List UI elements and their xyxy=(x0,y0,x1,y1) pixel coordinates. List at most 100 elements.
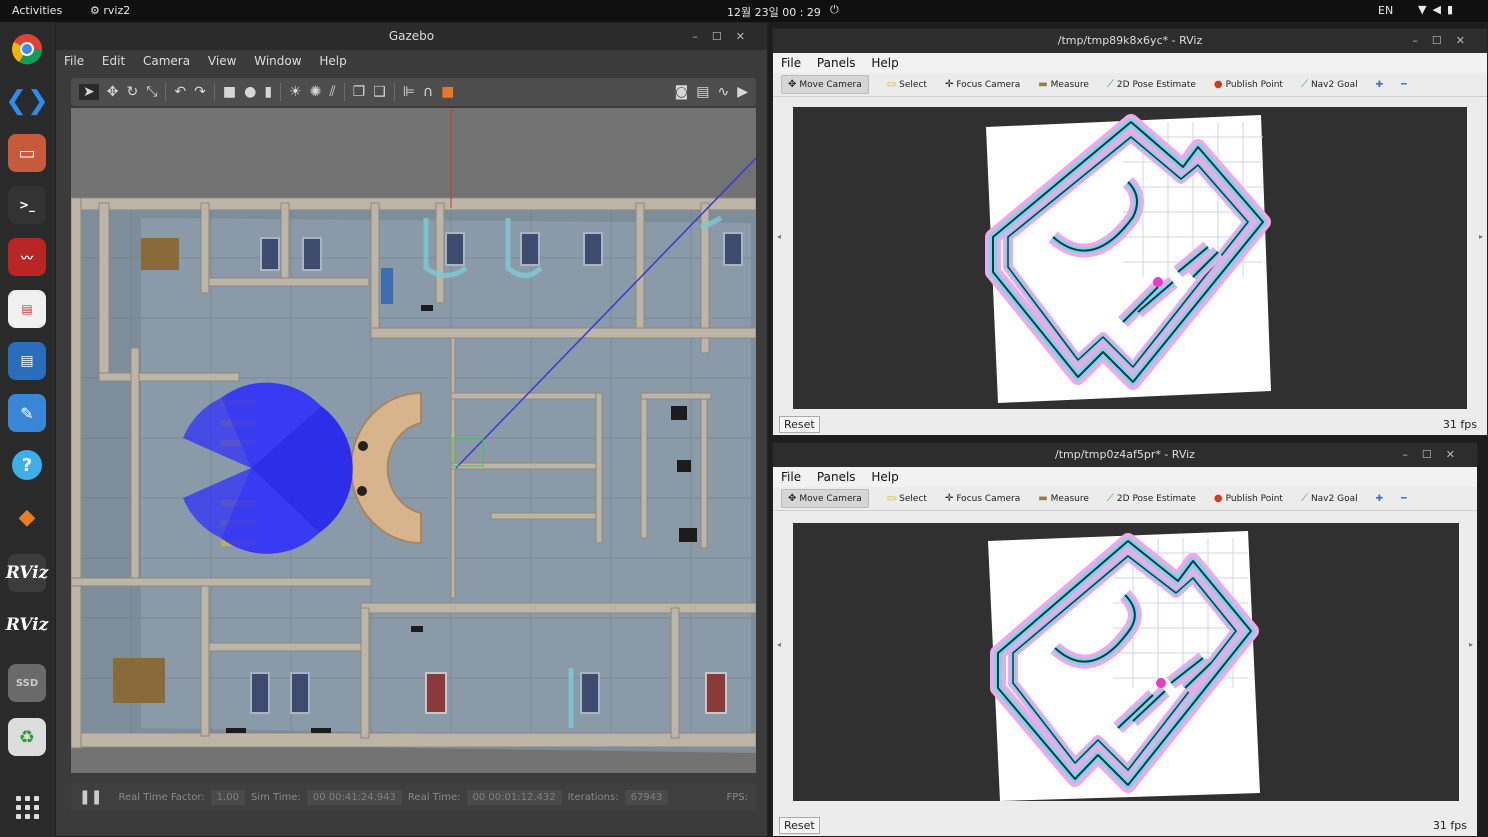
add-tool-button[interactable]: ✚ xyxy=(1376,80,1384,90)
rviz-render-view[interactable] xyxy=(793,107,1467,409)
menu-help[interactable]: Help xyxy=(871,470,898,484)
menu-window[interactable]: Window xyxy=(254,54,301,68)
rviz-bottom-bar: Reset 31 fps xyxy=(773,814,1477,836)
active-app-menu[interactable]: ⚙ rviz2 xyxy=(90,4,130,17)
iterations-value: 67943 xyxy=(624,789,669,805)
redo-icon[interactable]: ↷ xyxy=(194,84,206,100)
menu-edit[interactable]: Edit xyxy=(102,54,125,68)
focus-camera-tool[interactable]: ✛ Focus Camera xyxy=(945,493,1020,504)
scale-mode-icon[interactable]: ⤡ xyxy=(146,84,157,100)
rviz-icon-1[interactable]: RViz xyxy=(6,554,48,592)
nav2-goal-tool[interactable]: ⟋ Nav2 Goal xyxy=(1301,493,1358,504)
record-video-icon[interactable]: ▶ xyxy=(737,84,748,100)
right-panel-collapse-icon[interactable]: ▸ xyxy=(1469,640,1473,649)
pin-icon: ● xyxy=(1213,493,1223,504)
measure-tool[interactable]: ▬ Measure xyxy=(1038,79,1089,90)
paste-icon[interactable]: ❑ xyxy=(373,84,386,100)
reset-button[interactable]: Reset xyxy=(779,415,820,433)
menu-file[interactable]: File xyxy=(64,54,84,68)
rviz-window-1: /tmp/tmp89k8x6yc* - RViz –☐✕ File Panels… xyxy=(772,28,1488,436)
snap-icon[interactable]: ∩ xyxy=(423,84,433,100)
document-viewer-icon[interactable]: ▤ xyxy=(8,290,46,328)
undo-icon[interactable]: ↶ xyxy=(174,84,186,100)
reset-button[interactable]: Reset xyxy=(779,816,820,834)
remove-tool-button[interactable]: ━ xyxy=(1401,494,1406,504)
activities-button[interactable]: Activities xyxy=(12,4,62,17)
system-tray[interactable]: ▼◀▮ xyxy=(1418,3,1459,16)
menu-panels[interactable]: Panels xyxy=(817,56,856,70)
move-camera-tool[interactable]: ✥ Move Camera xyxy=(781,489,869,508)
plot-icon[interactable]: ∿ xyxy=(717,84,729,100)
menu-camera[interactable]: Camera xyxy=(143,54,190,68)
change-view-icon[interactable]: ■ xyxy=(441,84,454,100)
menu-help[interactable]: Help xyxy=(319,54,346,68)
menu-help[interactable]: Help xyxy=(871,56,898,70)
rviz-title: /tmp/tmp0z4af5pr* - RViz xyxy=(1055,448,1195,461)
rviz-render-view[interactable] xyxy=(793,523,1459,801)
align-icon[interactable]: ⊫ xyxy=(403,84,415,100)
terminal-icon[interactable]: >_ xyxy=(8,186,46,224)
pose-estimate-tool[interactable]: ⟋ 2D Pose Estimate xyxy=(1107,493,1196,504)
window-controls[interactable]: –☐✕ xyxy=(692,23,759,50)
cylinder-shape-icon[interactable]: ▮ xyxy=(264,84,272,100)
directional-light-icon[interactable]: ⫽ xyxy=(329,84,335,100)
spot-light-icon[interactable]: ✺ xyxy=(310,84,322,100)
screenshot-icon[interactable]: ◙ xyxy=(675,84,689,100)
publish-point-tool[interactable]: ● Publish Point xyxy=(1214,493,1283,504)
box-shape-icon[interactable]: ■ xyxy=(223,84,236,100)
select-icon: ▭ xyxy=(886,493,897,504)
pose-estimate-arrow-icon: ⟋ xyxy=(1106,79,1114,90)
menu-file[interactable]: File xyxy=(781,56,801,70)
nav2-goal-tool[interactable]: ⟋ Nav2 Goal xyxy=(1301,79,1358,90)
chrome-icon[interactable] xyxy=(8,30,46,68)
language-indicator[interactable]: EN xyxy=(1378,4,1393,17)
copy-icon[interactable]: ❐ xyxy=(353,84,366,100)
show-apps-icon[interactable] xyxy=(8,788,46,826)
gazebo-3d-viewport[interactable] xyxy=(71,108,756,773)
gazebo-window: Gazebo –☐✕ File Edit Camera View Window … xyxy=(55,22,768,837)
remove-tool-button[interactable]: ━ xyxy=(1401,80,1406,90)
sphere-shape-icon[interactable]: ● xyxy=(244,84,256,100)
fps-label: FPS: xyxy=(726,791,749,803)
hospital-world-render xyxy=(71,108,756,773)
ssd-drive-icon[interactable]: SSD xyxy=(8,664,46,702)
rviz-icon-2[interactable]: RViz xyxy=(6,606,49,644)
move-camera-tool[interactable]: ✥ Move Camera xyxy=(781,75,869,94)
gazebo-titlebar[interactable]: Gazebo –☐✕ xyxy=(56,23,767,50)
add-tool-button[interactable]: ✚ xyxy=(1376,494,1384,504)
text-editor-icon[interactable]: ✎ xyxy=(8,394,46,432)
clock[interactable]: 12월 23일 00 : 29 xyxy=(727,4,821,20)
select-tool[interactable]: ▭ Select xyxy=(887,493,927,504)
rviz-titlebar[interactable]: /tmp/tmp0z4af5pr* - RViz –☐✕ xyxy=(773,443,1477,467)
rotate-mode-icon[interactable]: ↻ xyxy=(126,84,138,100)
select-mode-icon[interactable]: ➤ xyxy=(79,84,99,100)
pause-button[interactable]: ❚❚ xyxy=(79,789,102,805)
window-controls[interactable]: –☐✕ xyxy=(1412,29,1479,53)
translate-mode-icon[interactable]: ✥ xyxy=(107,84,119,100)
right-panel-collapse-icon[interactable]: ▸ xyxy=(1479,232,1483,241)
left-panel-collapse-icon[interactable]: ◂ xyxy=(777,640,781,649)
trash-icon[interactable]: ♻ xyxy=(8,718,46,756)
point-light-icon[interactable]: ☀ xyxy=(289,84,302,100)
rviz-bottom-bar: Reset 31 fps xyxy=(773,413,1487,435)
focus-camera-tool[interactable]: ✛ Focus Camera xyxy=(945,79,1020,90)
left-panel-collapse-icon[interactable]: ◂ xyxy=(777,232,781,241)
help-icon[interactable]: ? xyxy=(8,446,46,484)
software-icon[interactable]: ◆ xyxy=(8,498,46,536)
menu-file[interactable]: File xyxy=(781,470,801,484)
real-time-label: Real Time: xyxy=(407,791,461,803)
measure-tool[interactable]: ▬ Measure xyxy=(1038,493,1089,504)
menu-view[interactable]: View xyxy=(208,54,236,68)
notification-icon[interactable]: ⏻ xyxy=(830,3,839,17)
rviz-titlebar[interactable]: /tmp/tmp89k8x6yc* - RViz –☐✕ xyxy=(773,29,1487,53)
system-monitor-icon[interactable]: 〰 xyxy=(8,238,46,276)
menu-panels[interactable]: Panels xyxy=(817,470,856,484)
pose-estimate-tool[interactable]: ⟋ 2D Pose Estimate xyxy=(1107,79,1196,90)
vscode-icon[interactable]: ❮❯ xyxy=(5,82,49,120)
log-icon[interactable]: ▤ xyxy=(696,84,709,100)
writer-icon[interactable]: ▤ xyxy=(8,342,46,380)
window-controls[interactable]: –☐✕ xyxy=(1402,443,1469,467)
select-tool[interactable]: ▭ Select xyxy=(887,79,927,90)
files-icon[interactable]: ▭ xyxy=(8,134,46,172)
publish-point-tool[interactable]: ● Publish Point xyxy=(1214,79,1283,90)
